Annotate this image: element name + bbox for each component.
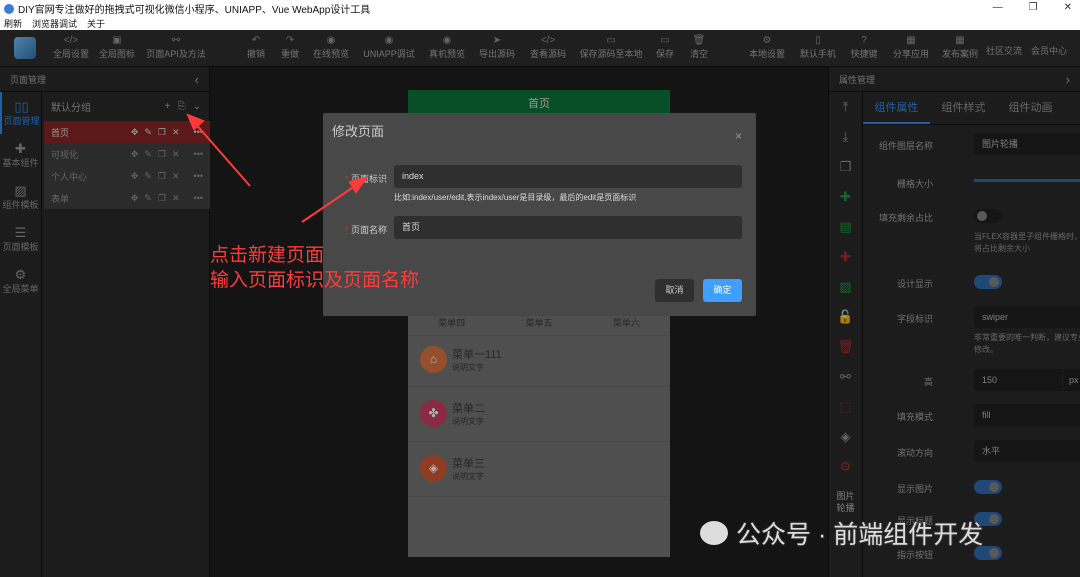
arrow-line [193,121,251,187]
annotation-text: 点击新建页面 输入页面标识及页面名称 [210,243,419,293]
wechat-icon [700,521,728,545]
watermark-text: 公众号 · 前端组件开发 [736,521,984,549]
watermark: 公众号 · 前端组件开发 [700,515,983,551]
annotation-line: 输入页面标识及页面名称 [210,270,420,291]
arrow-head [348,176,369,194]
arrow-line [301,183,359,223]
annotation-line: 点击新建页面 [210,245,325,266]
annotation-arrows [186,113,369,223]
arrow-head [186,113,205,131]
